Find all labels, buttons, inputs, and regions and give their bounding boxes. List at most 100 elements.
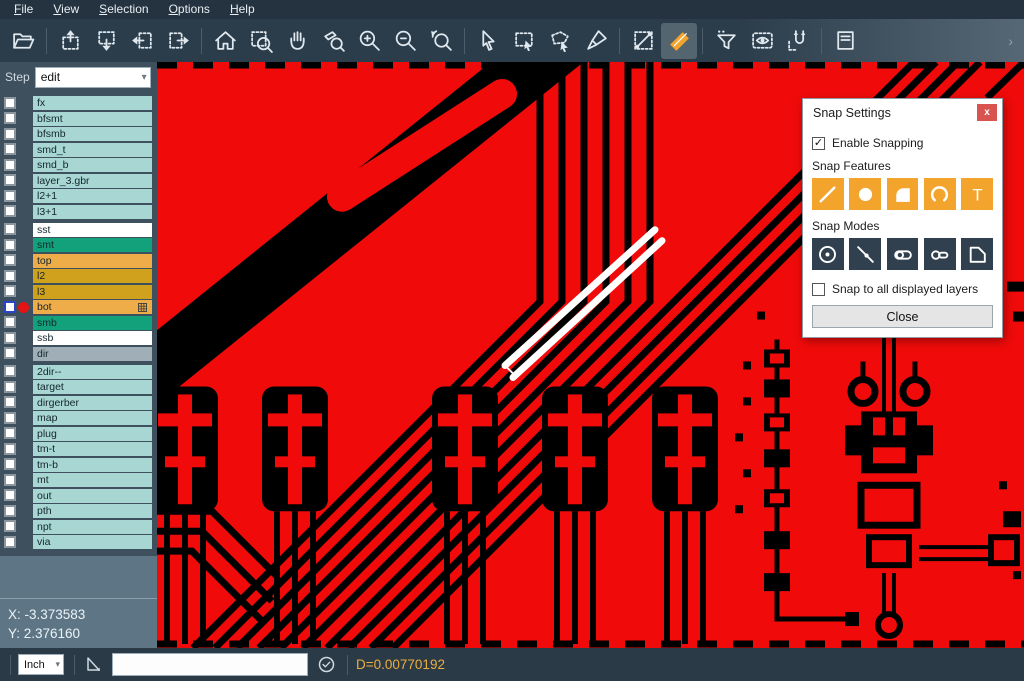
pan-hand-button[interactable] xyxy=(279,23,315,59)
layer-name[interactable]: 2dir-- xyxy=(33,365,152,379)
snap-mode-midpoint-button[interactable] xyxy=(924,238,956,270)
layer-name[interactable]: fx xyxy=(33,96,152,110)
layer-visibility-checkbox[interactable] xyxy=(4,316,16,328)
dialog-close-action-button[interactable]: Close xyxy=(812,305,993,328)
layer-visibility-checkbox[interactable] xyxy=(4,97,16,109)
toolbar-overflow-chevron[interactable]: › xyxy=(1008,33,1019,49)
menu-view[interactable]: View xyxy=(43,1,89,18)
menu-file[interactable]: File xyxy=(4,1,43,18)
snap-feature-arc-button[interactable] xyxy=(924,178,956,210)
layer-name[interactable]: smt xyxy=(33,238,152,252)
menu-selection[interactable]: Selection xyxy=(89,1,158,18)
snap-feature-polygon-button[interactable] xyxy=(887,178,919,210)
layer-name[interactable]: l3 xyxy=(33,285,152,299)
report-button[interactable] xyxy=(827,23,863,59)
layer-visibility-checkbox[interactable] xyxy=(4,536,16,548)
layer-name[interactable]: smb xyxy=(33,316,152,330)
home-view-button[interactable] xyxy=(207,23,243,59)
layer-name[interactable]: dirgerber xyxy=(33,396,152,410)
measure-ruler-button[interactable] xyxy=(661,23,697,59)
layer-name[interactable]: layer_3.gbr xyxy=(33,174,152,188)
select-brush-button[interactable] xyxy=(578,23,614,59)
zoom-previous-button[interactable] xyxy=(423,23,459,59)
layer-visibility-checkbox[interactable] xyxy=(4,520,16,532)
layer-name[interactable]: l3+1 xyxy=(33,205,152,219)
zoom-window-button[interactable] xyxy=(243,23,279,59)
layer-visibility-checkbox[interactable] xyxy=(4,239,16,251)
layer-visibility-checkbox[interactable] xyxy=(4,489,16,501)
zoom-out-button[interactable] xyxy=(387,23,423,59)
snap-mode-center-button[interactable] xyxy=(812,238,844,270)
layer-name[interactable]: bfsmt xyxy=(33,112,152,126)
snap-mode-surface-button[interactable] xyxy=(961,238,993,270)
layer-visibility-checkbox[interactable] xyxy=(4,112,16,124)
layer-visibility-checkbox[interactable] xyxy=(4,332,16,344)
snap-feature-line-button[interactable] xyxy=(812,178,844,210)
menu-help[interactable]: Help xyxy=(220,1,265,18)
layer-visibility-checkbox[interactable] xyxy=(4,270,16,282)
layer-name[interactable]: via xyxy=(33,535,152,549)
layer-name[interactable]: npt xyxy=(33,520,152,534)
select-polygon-button[interactable] xyxy=(542,23,578,59)
select-button[interactable] xyxy=(470,23,506,59)
snap-mode-point-on-line-button[interactable] xyxy=(849,238,881,270)
layer-visibility-checkbox[interactable] xyxy=(4,159,16,171)
layer-visibility-checkbox[interactable] xyxy=(4,412,16,424)
layer-visibility-checkbox[interactable] xyxy=(4,396,16,408)
layer-name[interactable]: smd_b xyxy=(33,158,152,172)
layer-visibility-checkbox[interactable] xyxy=(4,505,16,517)
layer-name[interactable]: target xyxy=(33,380,152,394)
layer-name[interactable]: out xyxy=(33,489,152,503)
layer-visibility-checkbox[interactable] xyxy=(4,174,16,186)
layer-name[interactable]: l2+1 xyxy=(33,189,152,203)
open-button[interactable] xyxy=(5,23,41,59)
layer-visibility-checkbox[interactable] xyxy=(4,443,16,455)
layer-visibility-checkbox[interactable] xyxy=(4,365,16,377)
layer-visibility-checkbox[interactable] xyxy=(4,205,16,217)
snap-mode-endpoint-button[interactable] xyxy=(887,238,919,270)
layer-name[interactable]: smd_t xyxy=(33,143,152,157)
layer-visibility-checkbox[interactable] xyxy=(4,285,16,297)
layer-name[interactable]: tm-t xyxy=(33,442,152,456)
layer-visibility-checkbox[interactable] xyxy=(4,301,16,313)
zoom-in-button[interactable] xyxy=(351,23,387,59)
layer-name[interactable]: tm-b xyxy=(33,458,152,472)
layer-visibility-checkbox[interactable] xyxy=(4,427,16,439)
snap-all-layers-checkbox[interactable] xyxy=(812,283,825,296)
layer-name[interactable]: bot xyxy=(33,300,152,314)
filter-button[interactable] xyxy=(708,23,744,59)
layer-visibility-checkbox[interactable] xyxy=(4,474,16,486)
layer-visibility-checkbox[interactable] xyxy=(4,128,16,140)
snap-feature-text-button[interactable]: T xyxy=(961,178,993,210)
measure-line-button[interactable] xyxy=(625,23,661,59)
layer-visibility-checkbox[interactable] xyxy=(4,347,16,359)
pan-right-button[interactable] xyxy=(160,23,196,59)
layer-visibility-checkbox[interactable] xyxy=(4,190,16,202)
view-options-button[interactable] xyxy=(744,23,780,59)
layer-name[interactable]: pth xyxy=(33,504,152,518)
layer-visibility-checkbox[interactable] xyxy=(4,381,16,393)
snap-feature-pad-button[interactable] xyxy=(849,178,881,210)
layer-name[interactable]: map xyxy=(33,411,152,425)
unit-select[interactable]: Inch ▾ xyxy=(18,654,64,675)
layer-name[interactable]: l2 xyxy=(33,269,152,283)
layer-visibility-checkbox[interactable] xyxy=(4,223,16,235)
layer-visibility-checkbox[interactable] xyxy=(4,143,16,155)
dialog-close-button[interactable]: x xyxy=(977,104,997,121)
layer-name[interactable]: plug xyxy=(33,427,152,441)
pan-down-button[interactable] xyxy=(88,23,124,59)
select-rectangle-button[interactable] xyxy=(506,23,542,59)
layer-name[interactable]: dir xyxy=(33,347,152,361)
menu-options[interactable]: Options xyxy=(159,1,220,18)
dialog-title-bar[interactable]: Snap Settings x xyxy=(803,99,1002,126)
layer-name[interactable]: sst xyxy=(33,223,152,237)
layer-name[interactable]: ssb xyxy=(33,331,152,345)
layer-visibility-checkbox[interactable] xyxy=(4,254,16,266)
enable-snapping-checkbox[interactable]: ✓ xyxy=(812,137,825,150)
measure-value-input[interactable] xyxy=(112,653,308,676)
angle-measure-icon[interactable] xyxy=(83,654,104,675)
pan-left-button[interactable] xyxy=(124,23,160,59)
zoom-object-button[interactable] xyxy=(315,23,351,59)
layer-name[interactable]: mt xyxy=(33,473,152,487)
refresh-check-icon[interactable] xyxy=(316,654,337,675)
